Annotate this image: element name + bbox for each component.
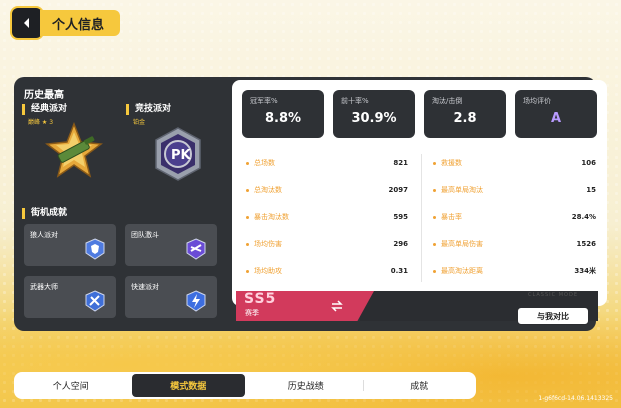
back-arrow-icon — [24, 18, 29, 28]
weapon-master-badge-icon — [85, 290, 105, 312]
stat-box-title: 淘汰/击倒 — [432, 97, 463, 105]
bullet-icon — [433, 188, 436, 192]
stat-label: 暴击率 — [441, 213, 462, 221]
header: 个人信息 — [12, 8, 121, 38]
arcade-card-label: 武器大师 — [30, 283, 58, 291]
season-deco-text: CLASSIC MODE — [528, 292, 578, 298]
tab-match-history[interactable]: 历史战绩 — [249, 374, 363, 397]
stat-value: 595 — [393, 213, 408, 221]
stat-box-win-rate: 冠军率% 8.8% — [242, 90, 324, 138]
bullet-icon — [433, 161, 436, 165]
stat-row: 最高淘汰距离 334米 — [433, 265, 596, 277]
platinum-rank-badge-icon: PK — [155, 127, 201, 181]
history-title: 历史最高 — [24, 90, 64, 101]
svg-text:PK: PK — [171, 148, 192, 163]
stat-value: 334米 — [574, 267, 596, 275]
arcade-card-quick-party[interactable]: 快速派对 — [125, 276, 217, 318]
stat-row: 总淘汰数 2097 — [246, 184, 408, 196]
stat-label: 最高单局淘汰 — [441, 186, 483, 194]
stat-row: 总场数 821 — [246, 157, 408, 169]
tab-personal-space[interactable]: 个人空间 — [14, 374, 128, 397]
stat-label: 总场数 — [254, 159, 275, 167]
team-battle-badge-icon — [186, 238, 206, 260]
stat-label: 最高淘汰距离 — [441, 267, 483, 275]
stat-value: 28.4% — [571, 213, 596, 221]
stat-label: 救援数 — [441, 159, 462, 167]
bottom-tab-bar: 个人空间 模式数据 历史战绩 成就 — [14, 372, 476, 399]
stat-row: 救援数 106 — [433, 157, 596, 169]
stat-value: 106 — [581, 159, 596, 167]
stat-value: 296 — [393, 240, 408, 248]
arcade-card-label: 快速派对 — [131, 283, 159, 291]
back-button[interactable] — [12, 8, 42, 38]
stat-box-value: 30.9% — [351, 111, 397, 126]
arcade-achievements-label: 街机成就 — [22, 208, 67, 219]
stat-box-title: 场均评价 — [523, 97, 551, 105]
stat-value: 0.31 — [390, 267, 408, 275]
stat-box-value: 2.8 — [453, 111, 477, 126]
version-text: 1-g6f6cd-14.06.1413325 — [538, 395, 613, 402]
stat-box-top10-rate: 前十率% 30.9% — [333, 90, 415, 138]
arcade-card-label: 团队激斗 — [131, 231, 159, 239]
bullet-icon — [246, 161, 249, 165]
bullet-icon — [433, 215, 436, 219]
stat-box-avg-rating: 场均评价 A — [515, 90, 597, 138]
stat-row: 场均伤害 296 — [246, 238, 408, 250]
stat-label: 暴击淘汰数 — [254, 213, 289, 221]
stat-box-kd: 淘汰/击倒 2.8 — [424, 90, 506, 138]
stat-row: 场均助攻 0.31 — [246, 265, 408, 277]
season-tag: SS5 赛季 — [236, 291, 374, 321]
classic-party-label: 经典派对 — [22, 104, 67, 115]
bullet-icon — [246, 242, 249, 246]
bullet-icon — [433, 269, 436, 273]
stat-value: 821 — [393, 159, 408, 167]
stat-value: 15 — [586, 186, 596, 194]
stat-label: 场均助攻 — [254, 267, 282, 275]
page-title: 个人信息 — [40, 10, 121, 36]
stat-box-value: 8.8% — [264, 111, 302, 126]
stat-label: 最高单局伤害 — [441, 240, 483, 248]
season-code: SS5 — [244, 291, 277, 307]
competitive-party-label: 竞技派对 — [126, 104, 171, 115]
compare-with-me-button[interactable]: 与我对比 — [517, 307, 589, 325]
bullet-icon — [246, 188, 249, 192]
stat-row: 最高单局伤害 1526 — [433, 238, 596, 250]
stat-label: 总淘汰数 — [254, 186, 282, 194]
stat-row: 最高单局淘汰 15 — [433, 184, 596, 196]
tab-achievements[interactable]: 成就 — [362, 374, 477, 397]
bullet-icon — [433, 242, 436, 246]
bullet-icon — [246, 215, 249, 219]
competitive-rank: 铂金 — [133, 119, 146, 126]
quick-party-badge-icon — [186, 290, 206, 312]
tab-mode-data[interactable]: 模式数据 — [131, 374, 245, 397]
stat-box-title: 冠军率% — [250, 97, 278, 105]
arcade-card-team-battle[interactable]: 团队激斗 — [125, 224, 217, 266]
arcade-card-werewolf[interactable]: 狼人派对 — [24, 224, 116, 266]
stat-value: 2097 — [388, 186, 408, 194]
bullet-icon — [246, 269, 249, 273]
stat-row: 暴击率 28.4% — [433, 211, 596, 223]
stat-value: 1526 — [576, 240, 596, 248]
arcade-card-weapon-master[interactable]: 武器大师 — [24, 276, 116, 318]
arcade-card-label: 狼人派对 — [30, 231, 58, 239]
werewolf-badge-icon — [85, 238, 105, 260]
season-label: 赛季 — [245, 309, 259, 317]
swap-season-icon[interactable] — [330, 299, 344, 313]
stat-row: 暴击淘汰数 595 — [246, 211, 408, 223]
classic-rank-badge-icon — [45, 122, 103, 178]
stat-box-title: 前十率% — [341, 97, 369, 105]
stat-label: 场均伤害 — [254, 240, 282, 248]
stats-divider — [421, 154, 422, 282]
grade-value: A — [550, 111, 562, 126]
